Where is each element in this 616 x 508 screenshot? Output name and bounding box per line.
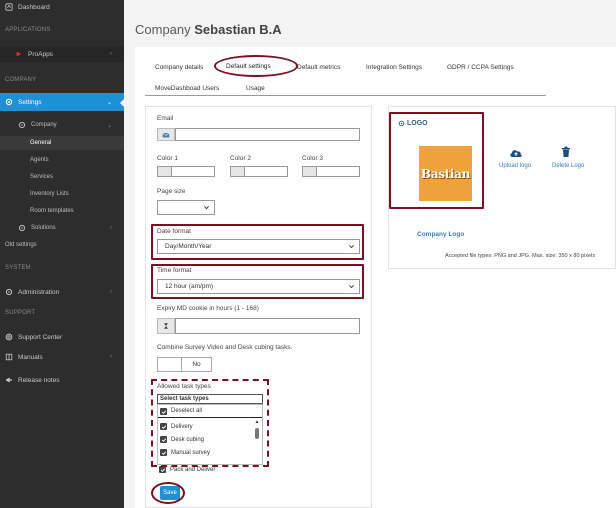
- section-company: COMPANY: [5, 77, 37, 83]
- sidebar-item-room-templates[interactable]: Room templates: [0, 204, 124, 218]
- color1-preview: [158, 167, 172, 176]
- sidebar-item-label: Solutions: [31, 225, 56, 231]
- upload-logo-link[interactable]: Upload logo: [499, 163, 531, 169]
- main-area: Company Sebastian B.A Company details De…: [124, 0, 616, 508]
- color2-label: Color 2: [230, 155, 251, 162]
- page-title-prefix: Company: [135, 22, 191, 37]
- sidebar-item-settings[interactable]: Settings ⌄: [0, 93, 124, 111]
- sidebar-item-dashboard[interactable]: Dashboard: [0, 0, 124, 14]
- tab-integration-settings[interactable]: Integration Settings: [366, 64, 422, 71]
- toggle-value: No: [182, 358, 211, 371]
- color2-picker[interactable]: [230, 166, 288, 177]
- cloud-upload-icon[interactable]: [509, 147, 523, 159]
- annotation-date-format: [151, 224, 364, 260]
- chevron-down-icon: ⌄: [106, 99, 112, 106]
- annotation-logo: [389, 112, 484, 209]
- sidebar-item-administration[interactable]: Administration ‹: [0, 285, 124, 299]
- trash-icon[interactable]: [561, 146, 571, 158]
- annotation-default-settings: [214, 55, 298, 77]
- email-input[interactable]: [175, 128, 360, 141]
- sidebar-item-agents[interactable]: Agents: [0, 153, 124, 167]
- annotation-save: [151, 482, 185, 504]
- gear-icon: [5, 98, 13, 106]
- page-title-company: Sebastian B.A: [194, 22, 282, 37]
- chevron-left-icon: ‹: [110, 289, 112, 295]
- section-applications: APPLICATIONS: [5, 27, 51, 33]
- annotation-time-format: [151, 264, 364, 299]
- lifebuoy-icon: [5, 333, 13, 341]
- sidebar-item-label: Company: [31, 122, 57, 128]
- sidebar-item-inventory-lists[interactable]: Inventory Lists: [0, 187, 124, 201]
- chevron-left-icon: ‹: [110, 225, 112, 231]
- expiry-label: Expiry MD cookie in hours (1 - 168): [157, 305, 259, 312]
- combine-toggle[interactable]: No: [157, 357, 212, 372]
- expiry-input[interactable]: [175, 318, 360, 334]
- sidebar-item-services[interactable]: Services: [0, 170, 124, 184]
- gear-icon: [18, 121, 26, 129]
- envelope-icon: [157, 128, 175, 141]
- page-title: Company Sebastian B.A: [135, 22, 282, 37]
- settings-card: Company details Default settings Default…: [135, 47, 616, 508]
- sidebar-item-label: Release notes: [18, 376, 60, 384]
- sidebar-item-support-center[interactable]: Support Center: [0, 330, 124, 344]
- sidebar-item-label: Administration: [18, 288, 60, 296]
- page-size-select[interactable]: [157, 200, 215, 215]
- chevron-down-icon: [204, 206, 209, 210]
- color3-preview: [303, 167, 317, 176]
- tabs-divider: [145, 95, 546, 96]
- annotation-allowed-task-types: [151, 379, 269, 467]
- megaphone-icon: [5, 376, 13, 384]
- hourglass-icon: [157, 318, 175, 334]
- chevron-left-icon: ‹: [110, 354, 112, 360]
- sidebar-item-label: Dashboard: [18, 3, 50, 11]
- company-logo-label: Company Logo: [417, 231, 465, 238]
- sidebar: Dashboard APPLICATIONS ProApps ‹ COMPANY…: [0, 0, 125, 508]
- tab-gdpr-ccpa-settings[interactable]: GDPR / CCPA Settings: [447, 64, 514, 71]
- email-label: Email: [157, 115, 174, 122]
- page-size-label: Page size: [157, 188, 186, 195]
- gear-icon: [18, 224, 26, 232]
- defaults-form-panel: Email Color 1 Color 2 Color 3 Page size …: [145, 106, 372, 508]
- book-icon: [5, 353, 13, 361]
- sidebar-item-label: Settings: [18, 98, 42, 106]
- color2-preview: [231, 167, 245, 176]
- logo-panel: LOGO Bastian Upload logo Delete Logo Com…: [388, 106, 616, 269]
- tab-company-details[interactable]: Company details: [155, 64, 203, 71]
- sidebar-item-label: Manuals: [18, 353, 43, 361]
- tab-default-metrics[interactable]: Default metrics: [297, 64, 340, 71]
- color3-label: Color 3: [302, 155, 323, 162]
- tab-usage[interactable]: Usage: [246, 85, 265, 92]
- sidebar-item-old-settings[interactable]: Old settings: [0, 238, 124, 252]
- sidebar-item-label: ProApps: [28, 50, 53, 58]
- option-pack-and-deliver[interactable]: Pack and Deliver: [170, 467, 215, 473]
- delete-logo-link[interactable]: Delete Logo: [552, 163, 584, 169]
- tab-movedashboard-users[interactable]: MoveDashboad Users: [155, 85, 219, 92]
- section-support: SUPPORT: [5, 310, 36, 316]
- combine-label: Combine Survey Video and Desk cubing tas…: [157, 344, 293, 351]
- accepted-file-types-note: Accepted file types: PNG and JPG. Max. s…: [445, 253, 596, 259]
- sidebar-item-label: Support Center: [18, 333, 63, 341]
- sidebar-item-solutions[interactable]: Solutions ‹: [0, 221, 124, 235]
- sidebar-item-proapps[interactable]: ProApps ‹: [0, 46, 124, 62]
- dashboard-icon: [5, 3, 13, 11]
- chevron-down-icon: ⌄: [106, 122, 112, 129]
- section-system: SYSTEM: [5, 265, 31, 271]
- color3-picker[interactable]: [302, 166, 360, 177]
- proapps-icon: [15, 50, 23, 58]
- toggle-knob: [158, 358, 182, 371]
- pack-and-deliver-checkbox[interactable]: [159, 466, 166, 473]
- color1-label: Color 1: [157, 155, 178, 162]
- sidebar-item-general[interactable]: General: [0, 136, 124, 150]
- sidebar-item-company[interactable]: Company ⌄: [0, 118, 124, 132]
- sidebar-item-manuals[interactable]: Manuals ‹: [0, 350, 124, 364]
- sidebar-item-release-notes[interactable]: Release notes: [0, 373, 124, 387]
- color1-picker[interactable]: [157, 166, 215, 177]
- chevron-left-icon: ‹: [110, 51, 112, 57]
- gear-icon: [5, 288, 13, 296]
